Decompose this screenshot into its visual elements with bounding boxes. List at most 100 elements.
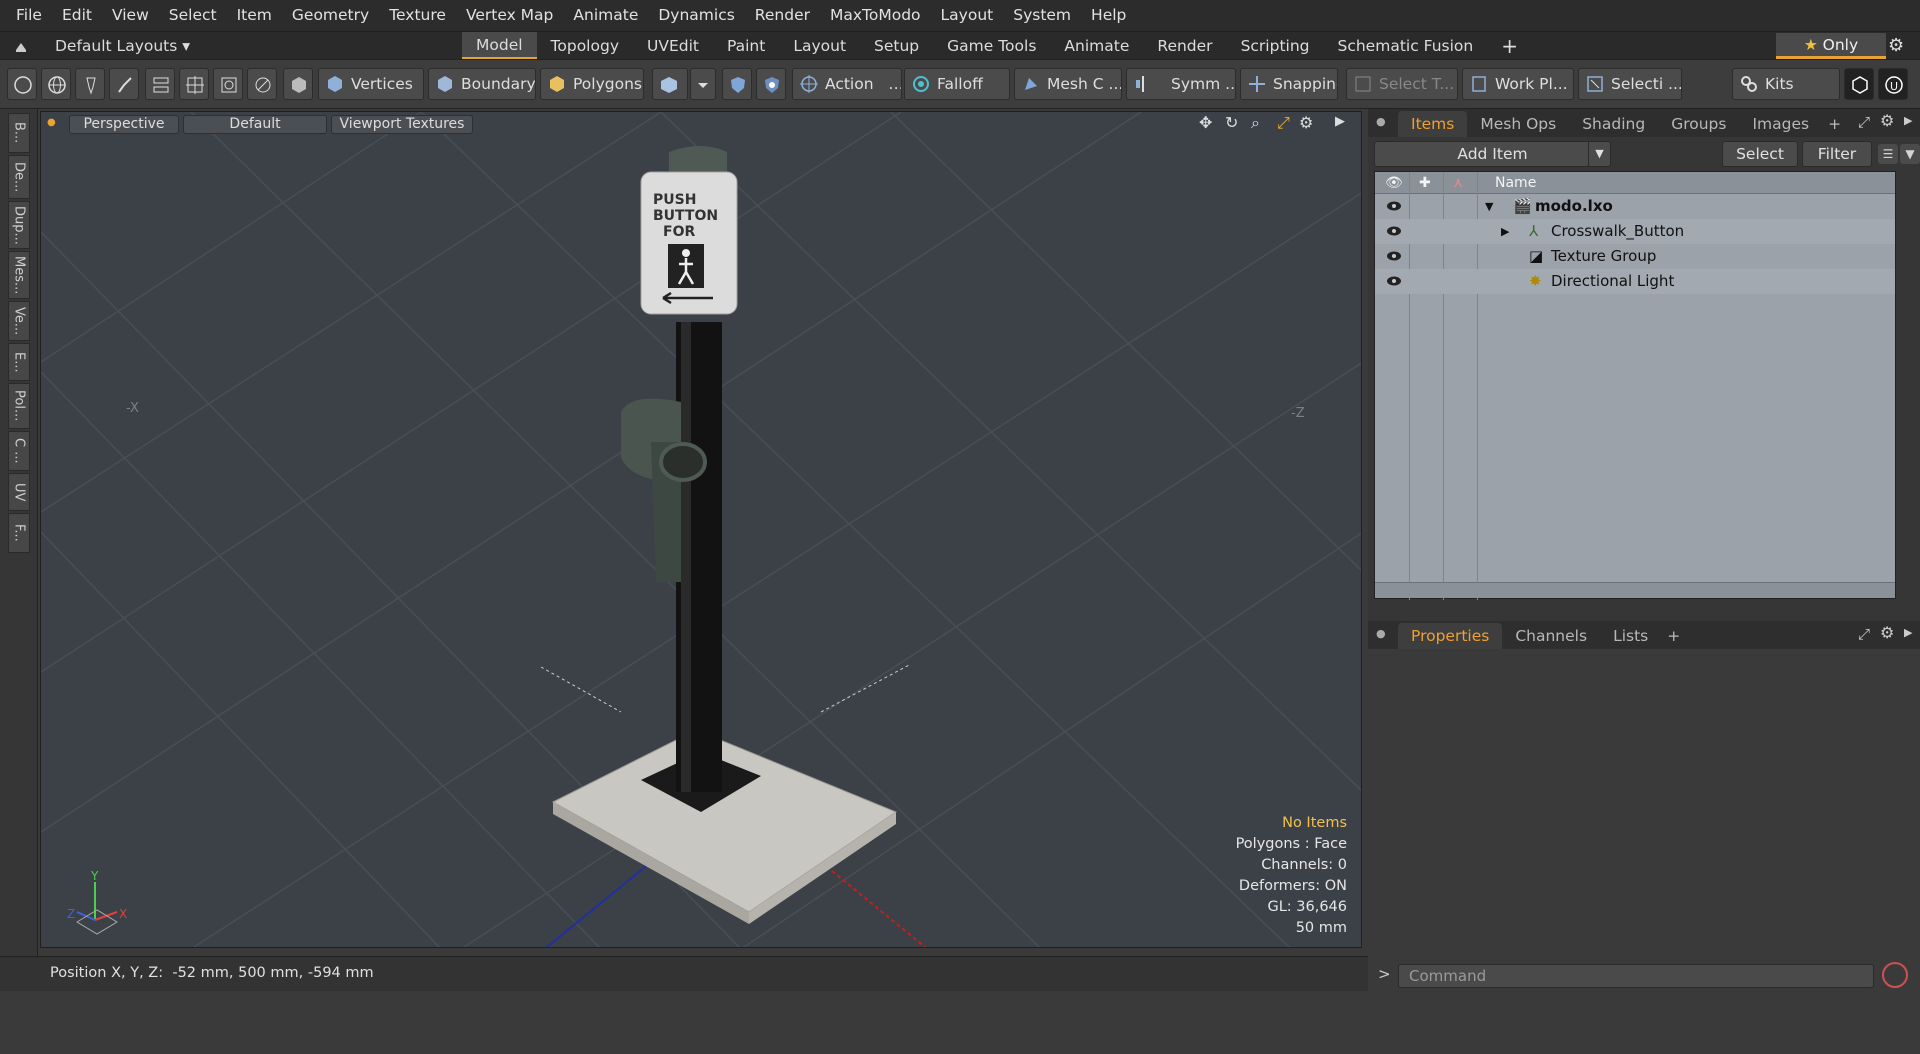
list-options-icon[interactable]: ☰: [1878, 144, 1898, 164]
menu-texture[interactable]: Texture: [379, 0, 456, 31]
falloff-button[interactable]: Falloff: [904, 68, 1010, 100]
tab-layout[interactable]: Layout: [779, 32, 860, 60]
item-list[interactable]: 👁 ✚ ⋏ Name ▼ 🎬 modo.lxo ▶ ⅄ Crosswalk_Bu…: [1374, 171, 1896, 600]
left-tab-curve[interactable]: C ...: [8, 431, 30, 471]
tab-properties[interactable]: Properties: [1398, 623, 1503, 649]
left-tab-fusion[interactable]: F...: [8, 513, 30, 553]
item-mode-icon[interactable]: [283, 68, 313, 100]
add-panel-tab-icon[interactable]: +: [1822, 111, 1847, 137]
panel-gear-icon[interactable]: ⚙: [1880, 623, 1894, 642]
boundary-button[interactable]: Boundary: [428, 68, 536, 100]
name-column-header[interactable]: Name: [1495, 172, 1536, 194]
vertices-button[interactable]: Vertices: [318, 68, 424, 100]
grid-icon[interactable]: [179, 68, 209, 100]
add-panel-tab-icon[interactable]: +: [1661, 623, 1686, 649]
expand-triangle-icon[interactable]: ▶: [1501, 219, 1509, 244]
filter-button[interactable]: Filter: [1802, 141, 1872, 167]
tab-mesh-ops[interactable]: Mesh Ops: [1467, 111, 1569, 137]
collapse-icon[interactable]: [14, 32, 28, 60]
frame-icon[interactable]: [213, 68, 243, 100]
lock-column-icon[interactable]: ✚: [1419, 172, 1431, 194]
tab-groups[interactable]: Groups: [1658, 111, 1739, 137]
menu-layout[interactable]: Layout: [931, 0, 1004, 31]
viewport-gear-icon[interactable]: ⚙: [1299, 113, 1313, 132]
shield-icon[interactable]: [722, 68, 752, 100]
filter-funnel-icon[interactable]: ▼: [1900, 144, 1920, 164]
menu-animate[interactable]: Animate: [563, 0, 648, 31]
tab-animate[interactable]: Animate: [1050, 32, 1143, 60]
kits-button[interactable]: Kits: [1732, 68, 1840, 100]
select-button[interactable]: Select: [1722, 141, 1798, 167]
polygons-button[interactable]: Polygons: [540, 68, 644, 100]
select-through-button[interactable]: Select T...: [1346, 68, 1458, 100]
select-sphere-icon[interactable]: [7, 68, 37, 100]
rotate-icon[interactable]: ↻: [1225, 113, 1238, 132]
panel-arrow-icon[interactable]: ▶: [1904, 114, 1912, 127]
type-column-icon[interactable]: ⋏: [1453, 172, 1463, 194]
menu-geometry[interactable]: Geometry: [282, 0, 379, 31]
work-plane-button[interactable]: Work Pl...: [1462, 68, 1574, 100]
viewport-textures-button[interactable]: Viewport Textures: [331, 115, 473, 134]
maximize-icon[interactable]: ⤢: [1277, 113, 1290, 133]
gear-icon[interactable]: ⚙: [1888, 32, 1904, 60]
item-row-crosswalk-button[interactable]: ▶ ⅄ Crosswalk_Button: [1375, 219, 1895, 244]
tab-lists[interactable]: Lists: [1600, 623, 1661, 649]
visibility-column-icon[interactable]: 👁: [1385, 172, 1403, 194]
view-type-button[interactable]: Perspective: [69, 115, 179, 134]
selection-sets-button[interactable]: Selecti ...: [1578, 68, 1682, 100]
command-input[interactable]: Command: [1398, 964, 1874, 988]
unreal-icon[interactable]: U: [1878, 68, 1908, 100]
globe-icon[interactable]: [41, 68, 71, 100]
tab-channels[interactable]: Channels: [1502, 623, 1600, 649]
panel-maximize-icon[interactable]: ⤢: [1858, 625, 1870, 643]
move-icon[interactable]: ✥: [1199, 113, 1212, 132]
circle-icon[interactable]: [247, 68, 277, 100]
tab-shading[interactable]: Shading: [1569, 111, 1658, 137]
tab-setup[interactable]: Setup: [860, 32, 933, 60]
menu-item[interactable]: Item: [227, 0, 282, 31]
only-button[interactable]: ★ Only: [1776, 33, 1886, 59]
tab-schematic-fusion[interactable]: Schematic Fusion: [1324, 32, 1488, 60]
menu-maxtomodo[interactable]: MaxToModo: [820, 0, 931, 31]
left-tab-uv[interactable]: UV: [8, 473, 30, 511]
record-icon[interactable]: [1882, 962, 1908, 988]
symmetry-button[interactable]: Symm ...: [1126, 68, 1236, 100]
3d-viewport[interactable]: PUSH BUTTON FOR -X -Z Y X Z ● Perspectiv…: [40, 111, 1362, 948]
tab-render[interactable]: Render: [1143, 32, 1226, 60]
shield-alt-icon[interactable]: [756, 68, 786, 100]
tab-game-tools[interactable]: Game Tools: [933, 32, 1050, 60]
menu-help[interactable]: Help: [1081, 0, 1136, 31]
menu-render[interactable]: Render: [745, 0, 820, 31]
visibility-eye-icon[interactable]: [1386, 275, 1402, 287]
menu-view[interactable]: View: [102, 0, 159, 31]
shading-style-button[interactable]: Default: [183, 115, 327, 134]
brush-icon[interactable]: [109, 68, 139, 100]
panel-gear-icon[interactable]: ⚙: [1880, 111, 1894, 130]
layout-selector[interactable]: Default Layouts ▾: [55, 32, 190, 60]
left-tab-basic[interactable]: B...: [8, 113, 30, 153]
zoom-icon[interactable]: ⌕: [1251, 113, 1260, 133]
item-row-modo-lxo[interactable]: ▼ 🎬 modo.lxo: [1375, 194, 1895, 219]
dropdown-arrow-icon[interactable]: [690, 68, 716, 100]
tab-images[interactable]: Images: [1739, 111, 1822, 137]
tab-items[interactable]: Items: [1398, 111, 1468, 137]
tab-uvedit[interactable]: UVEdit: [633, 32, 713, 60]
mesh-constraint-button[interactable]: Mesh C ...: [1014, 68, 1122, 100]
left-tab-duplicate[interactable]: Dup...: [8, 201, 30, 249]
tab-scripting[interactable]: Scripting: [1227, 32, 1324, 60]
add-tab-icon[interactable]: +: [1487, 32, 1532, 60]
add-item-dropdown-icon[interactable]: ▼: [1588, 142, 1610, 166]
item-row-texture-group[interactable]: ◪ Texture Group: [1375, 244, 1895, 269]
menu-system[interactable]: System: [1003, 0, 1081, 31]
item-row-directional-light[interactable]: ✸ Directional Light: [1375, 269, 1895, 294]
pen-icon[interactable]: [75, 68, 105, 100]
menu-select[interactable]: Select: [159, 0, 227, 31]
visibility-eye-icon[interactable]: [1386, 250, 1402, 262]
action-center-button[interactable]: Action …: [792, 68, 902, 100]
panel-maximize-icon[interactable]: ⤢: [1858, 113, 1870, 131]
tab-model[interactable]: Model: [462, 32, 537, 60]
left-tab-polygon[interactable]: Pol...: [8, 383, 30, 429]
add-item-button[interactable]: Add Item ▼: [1374, 141, 1611, 167]
menu-file[interactable]: File: [6, 0, 52, 31]
left-tab-deform[interactable]: De...: [8, 155, 30, 199]
